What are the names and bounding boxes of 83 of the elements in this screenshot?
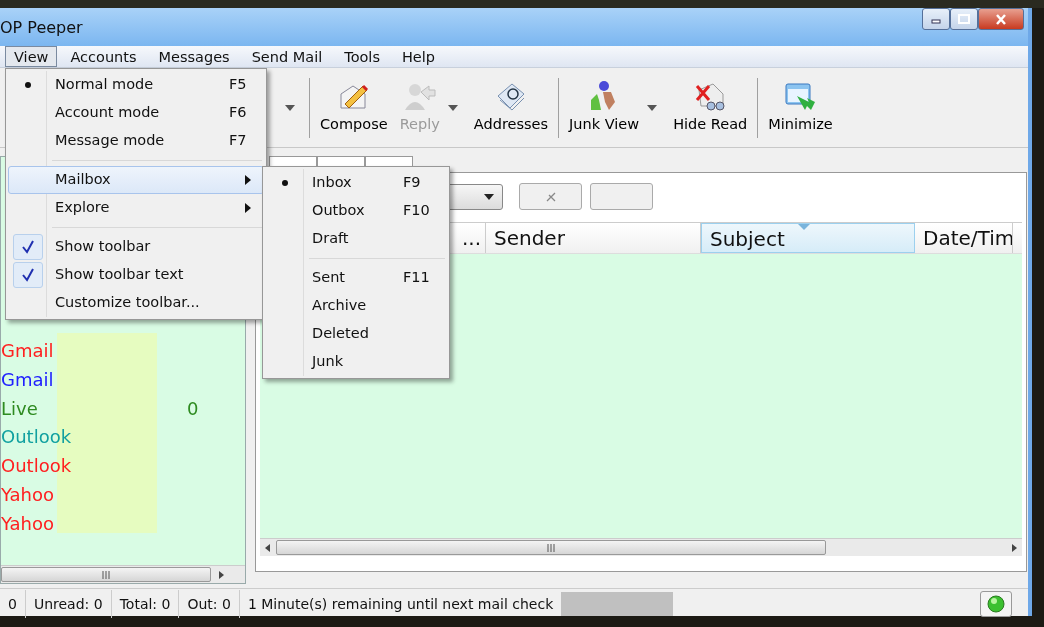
account-name[interactable]: Gmail bbox=[1, 368, 54, 390]
window-title: OP Peeper bbox=[0, 17, 83, 39]
caret-icon bbox=[285, 104, 295, 111]
menu-item[interactable]: Show toolbar bbox=[8, 233, 264, 261]
menu-label: Mailbox bbox=[55, 170, 111, 190]
menu-label: Message mode bbox=[55, 131, 165, 151]
close-icon bbox=[995, 13, 1007, 25]
menu-label: Outbox bbox=[312, 201, 365, 221]
unread-count: 0 bbox=[187, 396, 199, 421]
maximize-button[interactable] bbox=[950, 8, 978, 30]
menu-item[interactable]: Sent F11 bbox=[265, 264, 447, 292]
grip-icon bbox=[101, 570, 111, 579]
menu-label: Sent bbox=[312, 268, 345, 288]
account-name[interactable]: Yahoo bbox=[1, 512, 54, 534]
close-button[interactable] bbox=[978, 8, 1024, 30]
dropdown-arrow[interactable] bbox=[445, 104, 460, 111]
menu-item[interactable]: Messages bbox=[149, 46, 239, 67]
shortcut-text: F10 bbox=[403, 201, 430, 221]
toolbar-button[interactable]: Junk View bbox=[563, 71, 646, 144]
menu-label: Account mode bbox=[55, 103, 160, 123]
menu-item[interactable]: Account mode F6 bbox=[8, 99, 264, 127]
submenu-arrow-icon bbox=[245, 175, 251, 185]
menu-item[interactable]: Accounts bbox=[61, 46, 146, 67]
status-text: Total: 0 bbox=[111, 589, 180, 618]
menu-label: Show toolbar text bbox=[55, 265, 184, 285]
status-light-icon bbox=[987, 594, 1005, 613]
scroll-thumb[interactable] bbox=[1, 567, 211, 583]
account-name[interactable]: Live bbox=[1, 397, 38, 419]
status-text: 0 bbox=[0, 589, 26, 618]
menu-item[interactable]: Message mode F7 bbox=[8, 127, 264, 155]
menu-item[interactable]: Inbox F9 bbox=[265, 169, 447, 197]
menu-label: Deleted bbox=[312, 324, 369, 344]
menu-item[interactable]: Tools bbox=[335, 46, 389, 67]
menu-label: Draft bbox=[312, 229, 349, 249]
minimize-button[interactable] bbox=[922, 8, 950, 30]
menu-item[interactable]: Normal mode F5 bbox=[8, 71, 264, 99]
status-text: Unread: 0 bbox=[25, 589, 112, 618]
menu-label: Inbox bbox=[312, 173, 352, 193]
toolbar-button[interactable]: Addresses bbox=[467, 71, 555, 144]
shortcut-text: F9 bbox=[403, 173, 421, 193]
shortcut-text: F6 bbox=[229, 103, 247, 123]
menu-label: Normal mode bbox=[55, 75, 154, 95]
toolbar-button[interactable]: Compose bbox=[314, 71, 394, 144]
caret-icon bbox=[484, 193, 494, 200]
submenu-arrow-icon bbox=[245, 203, 251, 213]
menu-item[interactable]: Show toolbar text bbox=[8, 261, 264, 289]
menu-item[interactable]: Outbox F10 bbox=[265, 197, 447, 225]
dropdown-arrow[interactable] bbox=[645, 104, 660, 111]
menu-label: Explore bbox=[55, 198, 110, 218]
shortcut-text: F5 bbox=[229, 75, 247, 95]
menu-label: Show toolbar bbox=[55, 237, 151, 257]
caret-icon bbox=[447, 104, 458, 111]
menu-item[interactable]: Explore bbox=[8, 194, 264, 222]
menu-item[interactable]: Customize toolbar... bbox=[8, 289, 264, 317]
horizontal-scrollbar[interactable] bbox=[1, 565, 245, 583]
menu-label: Junk bbox=[312, 352, 344, 372]
menu-item[interactable]: Draft bbox=[265, 225, 447, 253]
menu-label: Customize toolbar... bbox=[55, 293, 200, 313]
toolbar-button[interactable]: Minimize bbox=[762, 71, 839, 144]
menu-item[interactable]: View bbox=[5, 46, 58, 67]
toolbar-button[interactable]: Hide Read bbox=[667, 71, 754, 144]
menu-item[interactable]: Send Mail bbox=[242, 46, 332, 67]
scroll-thumb[interactable] bbox=[276, 540, 826, 555]
menu-item[interactable]: Deleted bbox=[265, 320, 447, 348]
shortcut-text: F7 bbox=[229, 131, 247, 151]
sort-icon bbox=[798, 224, 810, 230]
menu-label: Archive bbox=[312, 296, 367, 316]
column-header[interactable]: Subject bbox=[701, 223, 915, 253]
dropdown-arrow[interactable] bbox=[283, 104, 297, 111]
account-name[interactable]: Yahoo bbox=[1, 484, 54, 505]
caret-icon bbox=[647, 104, 658, 111]
status-text: 1 Minute(s) remaining until next mail check bbox=[246, 594, 555, 614]
menu-item[interactable]: Archive bbox=[265, 292, 447, 320]
maximize-icon bbox=[958, 14, 970, 24]
status-text: Out: 0 bbox=[179, 589, 240, 618]
menu-item[interactable]: Mailbox bbox=[8, 166, 264, 194]
column-header[interactable]: Date/Tim bbox=[915, 223, 1013, 253]
menu-item[interactable]: Junk bbox=[265, 348, 447, 376]
menu-item[interactable]: Help bbox=[392, 46, 445, 67]
connection-indicator[interactable] bbox=[980, 590, 1012, 617]
grip-icon bbox=[546, 543, 556, 552]
shortcut-text: F11 bbox=[403, 268, 430, 288]
horizontal-scrollbar[interactable] bbox=[260, 538, 1022, 556]
